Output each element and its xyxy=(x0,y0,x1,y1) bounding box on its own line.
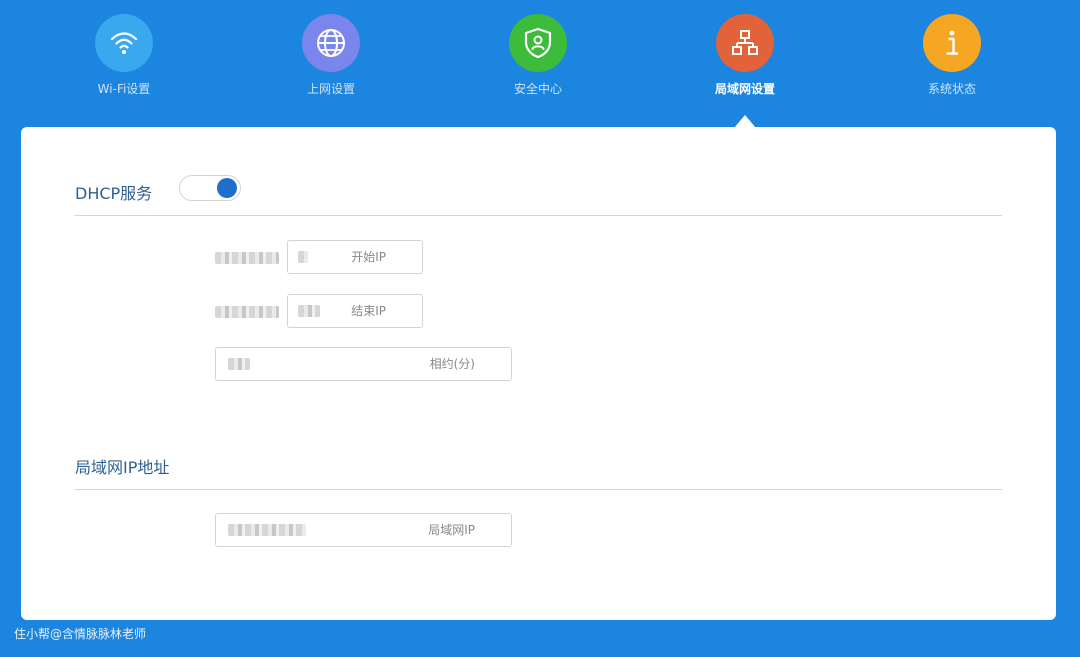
lan-settings-panel: DHCP服务 局域网IP地址 xyxy=(21,127,1056,620)
lan-ip-field[interactable] xyxy=(215,513,512,547)
nav-item-security-center[interactable]: 安全中心 xyxy=(478,14,598,97)
lease-time-field[interactable] xyxy=(215,347,512,381)
dhcp-divider xyxy=(75,215,1002,216)
nav-circle-internet xyxy=(302,14,360,72)
dhcp-toggle[interactable] xyxy=(179,175,241,201)
dhcp-toggle-knob xyxy=(217,178,237,198)
top-nav: Wi-Fi设置 上网设置 安全中心 局域网设置 系统状态 xyxy=(0,0,1080,128)
end-ip-prefix-masked xyxy=(215,306,279,318)
nav-item-wifi-settings[interactable]: Wi-Fi设置 xyxy=(64,14,184,97)
info-icon xyxy=(937,27,967,59)
nav-item-internet-settings[interactable]: 上网设置 xyxy=(271,14,391,97)
end-ip-field[interactable] xyxy=(287,294,423,328)
nav-item-lan-settings[interactable]: 局域网设置 xyxy=(685,14,805,97)
nav-circle-status xyxy=(923,14,981,72)
lan-ip-input[interactable] xyxy=(216,514,511,546)
nav-label-internet: 上网设置 xyxy=(306,82,355,96)
nav-item-system-status[interactable]: 系统状态 xyxy=(892,14,1012,97)
nav-label-security: 安全中心 xyxy=(513,82,562,96)
nav-label-lan: 局域网设置 xyxy=(714,82,775,96)
watermark: 住小帮@含情脉脉林老师 xyxy=(14,627,147,641)
nav-label-status: 系统状态 xyxy=(927,82,976,96)
lease-time-input[interactable] xyxy=(216,348,511,380)
dhcp-section-title: DHCP服务 xyxy=(75,184,153,203)
wifi-icon xyxy=(109,28,139,58)
nav-circle-lan xyxy=(716,14,774,72)
lan-ip-section-title: 局域网IP地址 xyxy=(75,458,170,477)
start-ip-input[interactable] xyxy=(288,241,422,273)
nav-circle-security xyxy=(509,14,567,72)
end-ip-input[interactable] xyxy=(288,295,422,327)
nav-label-wifi: Wi-Fi设置 xyxy=(97,82,151,96)
globe-icon xyxy=(315,27,347,59)
lan-ip-divider xyxy=(75,489,1002,490)
start-ip-field[interactable] xyxy=(287,240,423,274)
start-ip-prefix-masked xyxy=(215,252,279,264)
network-topology-icon xyxy=(730,28,760,58)
shield-user-icon xyxy=(523,27,553,59)
nav-circle-wifi xyxy=(95,14,153,72)
